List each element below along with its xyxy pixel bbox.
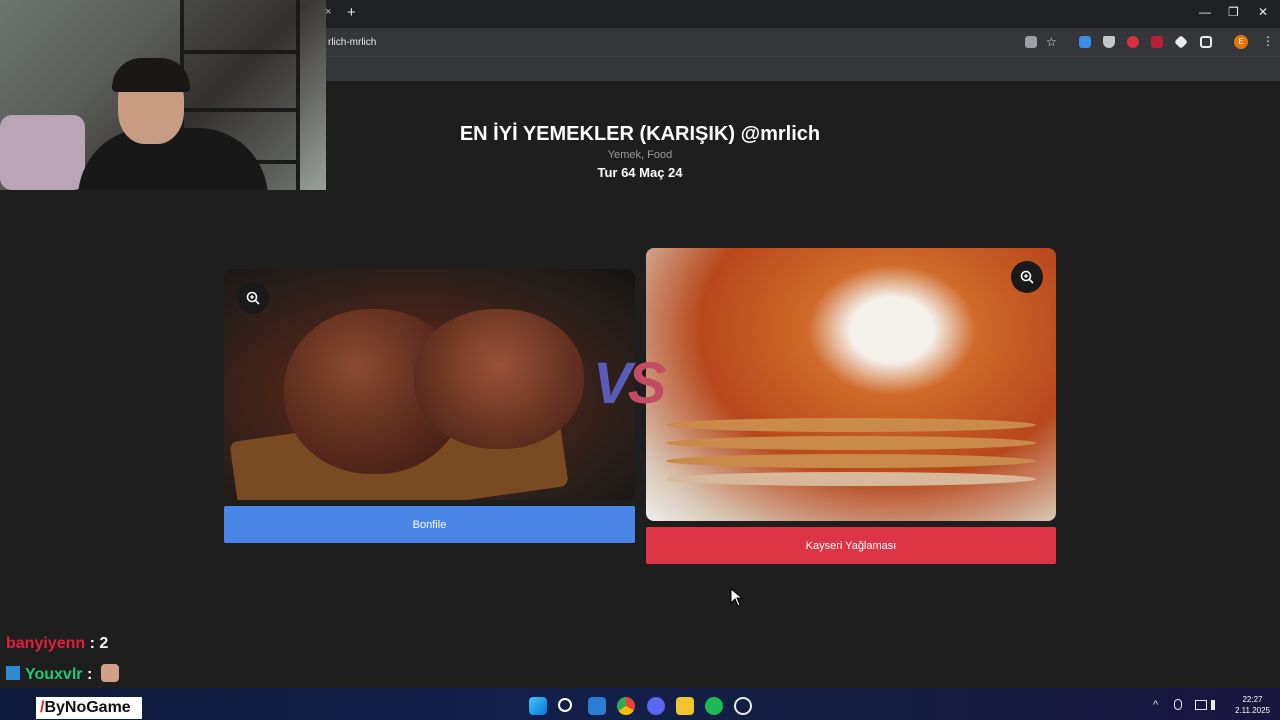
mail-app-icon[interactable] [588,697,606,715]
pastry-layer [666,418,1036,432]
obs-icon[interactable] [734,697,752,715]
window-close-button[interactable]: ✕ [1258,5,1268,19]
steak-2 [414,309,584,449]
file-explorer-icon[interactable] [676,697,694,715]
plate-rim [666,472,1036,486]
bynogame-logo: /ByNoGame [36,697,142,719]
chat-text: 2 [99,635,109,652]
chat-separator: : [82,666,97,683]
pastry-layer [666,436,1036,450]
clock-time: 22:27 [1242,695,1263,704]
chat-message: banyiyenn : 2 [6,635,108,653]
round-indicator: Tur 64 Maç 24 [597,165,683,180]
zoom-in-icon [1020,270,1034,284]
url-text[interactable]: rlich-mrlich [328,37,376,48]
vs-label: VS [593,350,667,417]
chat-emote-icon [100,664,119,682]
zoom-in-icon [246,291,260,305]
microphone-icon[interactable] [1174,699,1182,710]
page-title: EN İYİ YEMEKLER (KARIŞIK) @mrlich [459,123,821,145]
option-image-bonfile[interactable] [224,269,635,500]
mouse-cursor-icon [730,588,744,607]
vs-letter-v: V [593,351,632,416]
bookmark-star-icon[interactable]: ☆ [1046,35,1058,49]
chat-badge-icon [6,666,20,680]
extension-icon-3[interactable] [1151,36,1163,48]
volume-icon[interactable] [1211,700,1223,710]
new-tab-button[interactable]: + [347,4,356,21]
chrome-icon[interactable] [617,697,635,715]
chat-message: Youxvlr : [6,664,119,684]
zoom-button-right[interactable] [1011,261,1043,293]
taskbar [0,688,1280,720]
pastry-layer [666,454,1036,468]
profile-avatar[interactable]: E [1234,35,1248,49]
system-clock[interactable]: 22:27 2.11.2025 [1230,694,1275,716]
chat-separator: : [85,635,100,652]
extension-icon-1[interactable] [1079,36,1091,48]
display-icon[interactable] [1195,700,1207,710]
choose-kayseri-yaglamasi-button[interactable]: Kayseri Yağlaması [646,527,1056,564]
streamer-hair [112,58,190,92]
chat-username: banyiyenn [6,635,86,652]
shelf-board [184,108,296,112]
vs-letter-s: S [627,351,667,416]
chat-username: Youxvlr [25,666,83,683]
page-category: Yemek, Food [607,149,673,161]
logo-text: ByNoGame [44,699,131,716]
webcam-overlay [0,0,326,190]
browser-menu-icon[interactable]: ⋮ [1262,34,1274,48]
extensions-puzzle-icon[interactable] [1200,36,1212,48]
clock-date: 2.11.2025 [1235,706,1270,715]
spotify-icon[interactable] [705,697,723,715]
tray-expand-icon[interactable]: ^ [1153,699,1158,711]
discord-icon[interactable] [647,697,665,715]
option-image-kayseri-yaglamasi[interactable] [646,248,1056,521]
shield-extension-icon[interactable] [1103,36,1115,48]
search-icon[interactable] [558,698,572,712]
minimize-button[interactable]: — [1199,5,1211,19]
choose-bonfile-button[interactable]: Bonfile [224,506,635,543]
extension-icon-2[interactable] [1127,36,1139,48]
shelf-board [184,50,296,54]
windows-start-icon[interactable] [529,697,547,715]
restore-button[interactable]: ❐ [1228,5,1239,19]
zoom-button-left[interactable] [237,282,269,314]
translate-icon[interactable] [1025,36,1037,48]
